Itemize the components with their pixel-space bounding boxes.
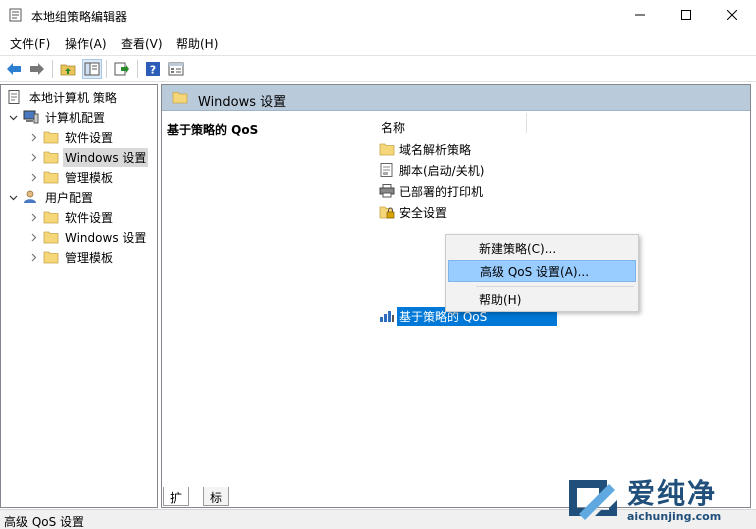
printer-icon xyxy=(379,184,395,198)
details-header-title: Windows 设置 xyxy=(198,95,287,110)
tree-item-computer-admin-templates[interactable]: 管理模板 xyxy=(27,167,115,187)
column-divider[interactable] xyxy=(526,113,527,133)
list-item-security-settings[interactable]: 安全设置 xyxy=(379,202,449,222)
close-button[interactable] xyxy=(709,0,755,30)
up-level-button[interactable] xyxy=(58,59,78,79)
folder-icon xyxy=(172,92,188,104)
tree-label-user-software: 软件设置 xyxy=(65,210,114,225)
policy-document-icon xyxy=(8,90,20,104)
chevron-right-icon[interactable] xyxy=(27,151,39,163)
script-icon xyxy=(380,163,393,177)
maximize-icon xyxy=(681,10,691,20)
tree-label-computer-config: 计算机配置 xyxy=(45,110,106,125)
forward-button[interactable] xyxy=(27,59,47,79)
menu-file[interactable]: 文件(F) xyxy=(10,35,50,52)
tree-label-user-admin-templates: 管理模板 xyxy=(65,250,114,265)
maximize-button[interactable] xyxy=(663,0,709,30)
tree-item-computer-config[interactable]: 计算机配置 xyxy=(7,107,107,127)
list-item-deployed-printers[interactable]: 已部署的打印机 xyxy=(379,181,485,201)
watermark-logo xyxy=(569,480,617,520)
folder-icon xyxy=(379,143,395,156)
close-icon xyxy=(727,10,737,20)
show-hide-tree-icon xyxy=(84,62,100,76)
list-item-name-resolution-policy[interactable]: 域名解析策略 xyxy=(379,139,473,159)
tree-item-user-software[interactable]: 软件设置 xyxy=(27,207,115,227)
tree-item-computer-windows-settings[interactable]: Windows 设置 xyxy=(27,147,149,167)
tree-label-user-config: 用户配置 xyxy=(45,190,94,205)
folder-icon xyxy=(43,171,59,184)
watermark-text: 爱纯净 xyxy=(627,477,718,510)
minimize-icon xyxy=(635,14,645,16)
tree-item-computer-software[interactable]: 软件设置 xyxy=(27,127,115,147)
chevron-down-icon[interactable] xyxy=(7,191,19,203)
context-advanced-qos-settings[interactable]: 高级 QoS 设置(A)... xyxy=(448,260,636,282)
tree-label-computer-admin-templates: 管理模板 xyxy=(65,170,114,185)
watermark: 爱纯净 aichunjing.com xyxy=(565,472,755,528)
title-bar: 本地组策略编辑器 xyxy=(0,0,756,30)
tab-extended[interactable]: 扩展 xyxy=(163,487,190,522)
context-new-policy[interactable]: 新建策略(C)... xyxy=(448,237,636,259)
context-menu: 新建策略(C)... 高级 QoS 设置(A)... 帮助(H) xyxy=(445,234,639,312)
folder-icon xyxy=(43,231,59,244)
status-text: 高级 QoS 设置 xyxy=(4,515,85,529)
list-item-scripts[interactable]: 脚本(启动/关机) xyxy=(379,160,486,180)
properties-button[interactable] xyxy=(166,59,186,79)
policy-editor-app-icon xyxy=(9,8,22,22)
tree-item-user-config[interactable]: 用户配置 xyxy=(7,187,95,207)
forward-arrow-icon xyxy=(30,63,44,75)
menu-help[interactable]: 帮助(H) xyxy=(176,35,218,52)
details-header: Windows 设置 xyxy=(162,85,750,111)
menu-action[interactable]: 操作(A) xyxy=(65,35,107,52)
folder-icon xyxy=(43,151,59,164)
qos-chart-icon xyxy=(380,311,394,322)
chevron-right-icon[interactable] xyxy=(27,171,39,183)
up-folder-icon xyxy=(60,64,76,76)
computer-icon xyxy=(23,110,39,124)
folder-icon xyxy=(43,131,59,144)
tab-standard[interactable]: 标准 xyxy=(203,487,230,522)
chevron-right-icon[interactable] xyxy=(27,231,39,243)
tree-label-root: 本地计算机 策略 xyxy=(29,90,117,105)
description-title: 基于策略的 QoS xyxy=(167,123,259,137)
chevron-right-icon[interactable] xyxy=(27,131,39,143)
tree-item-user-admin-templates[interactable]: 管理模板 xyxy=(27,247,115,267)
chevron-down-icon[interactable] xyxy=(7,111,19,123)
properties-icon xyxy=(168,62,184,76)
back-arrow-icon xyxy=(7,63,21,75)
column-header-name[interactable]: 名称 xyxy=(381,119,405,136)
toolbar: ? xyxy=(0,55,756,82)
tree-label-computer-software: 软件设置 xyxy=(65,130,114,145)
context-help[interactable]: 帮助(H) xyxy=(448,288,636,310)
chevron-right-icon[interactable] xyxy=(27,211,39,223)
back-button[interactable] xyxy=(4,59,24,79)
menu-bar: 文件(F) 操作(A) 查看(V) 帮助(H) xyxy=(0,32,756,52)
help-button[interactable]: ? xyxy=(143,59,163,79)
context-separator xyxy=(476,286,634,287)
folder-icon xyxy=(43,211,59,224)
folder-icon xyxy=(43,251,59,264)
chevron-right-icon[interactable] xyxy=(27,251,39,263)
tree-label-user-windows-settings: Windows 设置 xyxy=(65,230,147,245)
menu-view[interactable]: 查看(V) xyxy=(121,35,163,52)
watermark-url: aichunjing.com xyxy=(627,510,722,523)
help-icon: ? xyxy=(146,62,160,77)
tree-label-computer-windows-settings: Windows 设置 xyxy=(63,147,149,167)
window-title: 本地组策略编辑器 xyxy=(31,10,128,24)
security-settings-icon xyxy=(379,206,395,219)
tree-item-user-windows-settings[interactable]: Windows 设置 xyxy=(27,227,148,247)
export-list-button[interactable] xyxy=(112,59,132,79)
show-hide-tree-button[interactable] xyxy=(82,59,102,79)
svg-text:?: ? xyxy=(150,64,156,77)
user-icon xyxy=(24,190,36,203)
tree-pane: 本地计算机 策略 计算机配置 软件设置 Windows 设置 管理模板 用户配置… xyxy=(0,84,158,508)
tree-item-root[interactable]: 本地计算机 策略 xyxy=(7,87,119,107)
export-list-icon xyxy=(114,62,129,76)
minimize-button[interactable] xyxy=(617,0,663,30)
